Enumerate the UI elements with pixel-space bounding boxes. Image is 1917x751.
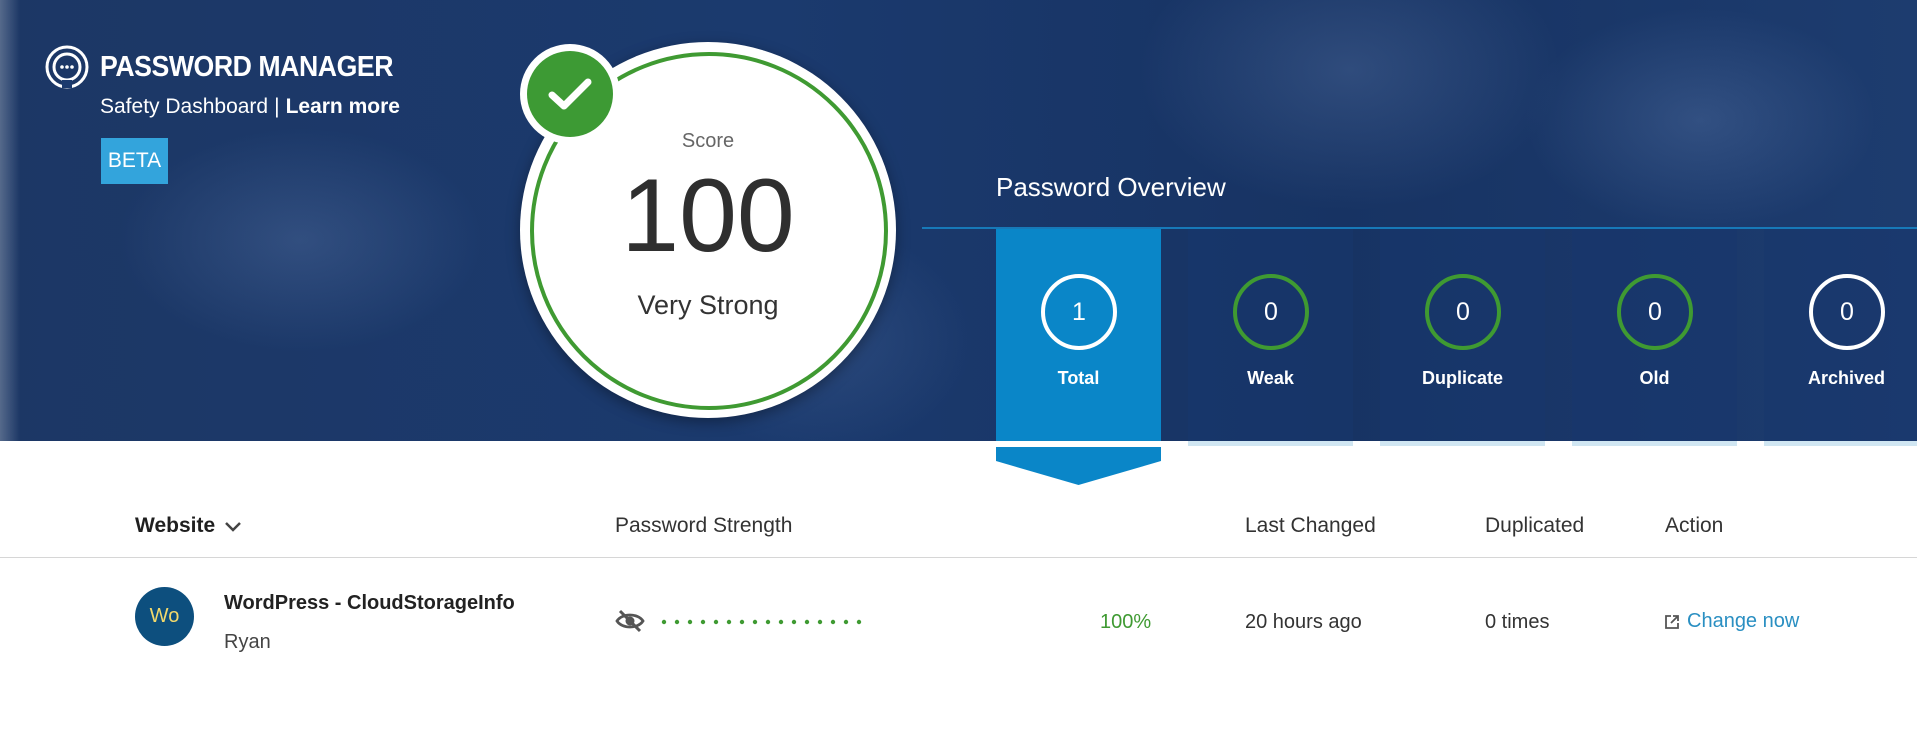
beta-badge: BETA: [101, 138, 168, 184]
strength-percent: 100%: [1100, 611, 1152, 633]
tile-count-ring: 1: [1041, 274, 1117, 350]
column-header-action: Action: [1665, 514, 1724, 537]
external-link-icon: [1665, 614, 1679, 629]
tile-underline: [1764, 441, 1917, 446]
tile-label: Total: [1057, 368, 1100, 388]
subtitle-separator: |: [274, 95, 280, 118]
tile-total[interactable]: 1 Total: [996, 229, 1161, 441]
avatar: Wo: [135, 587, 194, 646]
tile-count-ring: 0: [1617, 274, 1693, 350]
score-rating: Very Strong: [637, 290, 779, 320]
column-header-label: Website: [135, 514, 216, 537]
chevron-down-icon: [225, 522, 242, 532]
app-title: PASSWORD MANAGER: [100, 50, 394, 83]
tile-count-ring: 0: [1425, 274, 1501, 350]
score-value: 100: [621, 158, 795, 274]
site-username: Ryan: [224, 631, 271, 653]
column-header-strength: Password Strength: [615, 514, 793, 537]
dashboard-subtitle: Safety Dashboard: [100, 95, 269, 118]
tile-underline: [1188, 441, 1353, 446]
active-tile-pointer: [996, 447, 1161, 485]
tile-label: Weak: [1247, 368, 1294, 388]
tile-label: Duplicate: [1421, 368, 1504, 388]
site-name[interactable]: WordPress - CloudStorageInfo: [224, 592, 515, 615]
column-header-website[interactable]: Website: [135, 514, 243, 538]
brand: PASSWORD MANAGER: [44, 44, 419, 90]
tile-archived[interactable]: 0 Archived: [1764, 229, 1917, 441]
table-header-divider: [0, 557, 1917, 558]
tile-old[interactable]: 0 Old: [1572, 229, 1737, 441]
masked-password: [661, 619, 862, 625]
column-header-duplicated: Duplicated: [1485, 514, 1585, 537]
tile-underline: [1572, 441, 1737, 446]
tile-count-ring: 0: [1233, 274, 1309, 350]
score-status-badge: [520, 44, 620, 144]
subtitle-row: Safety Dashboard | Learn more: [100, 95, 400, 119]
overview-title: Password Overview: [996, 172, 1226, 202]
tile-count-ring: 0: [1809, 274, 1885, 350]
checkmark-icon: [548, 78, 592, 110]
tile-duplicate[interactable]: 0 Duplicate: [1380, 229, 1545, 441]
tile-label: Archived: [1807, 368, 1886, 388]
column-header-last-changed: Last Changed: [1245, 514, 1376, 537]
eye-slash-icon[interactable]: [614, 605, 646, 637]
password-manager-logo-icon: [45, 45, 89, 89]
duplicated-value: 0 times: [1485, 611, 1550, 633]
tile-weak[interactable]: 0 Weak: [1188, 229, 1353, 441]
change-now-label: Change now: [1687, 610, 1800, 632]
last-changed-value: 20 hours ago: [1245, 611, 1362, 633]
change-now-link[interactable]: Change now: [1664, 610, 1799, 633]
hero-banner: PASSWORD MANAGER Safety Dashboard | Learn …: [0, 0, 1917, 441]
tile-underline: [1380, 441, 1545, 446]
tile-label: Old: [1639, 368, 1670, 388]
learn-more-link[interactable]: Learn more: [286, 95, 400, 118]
